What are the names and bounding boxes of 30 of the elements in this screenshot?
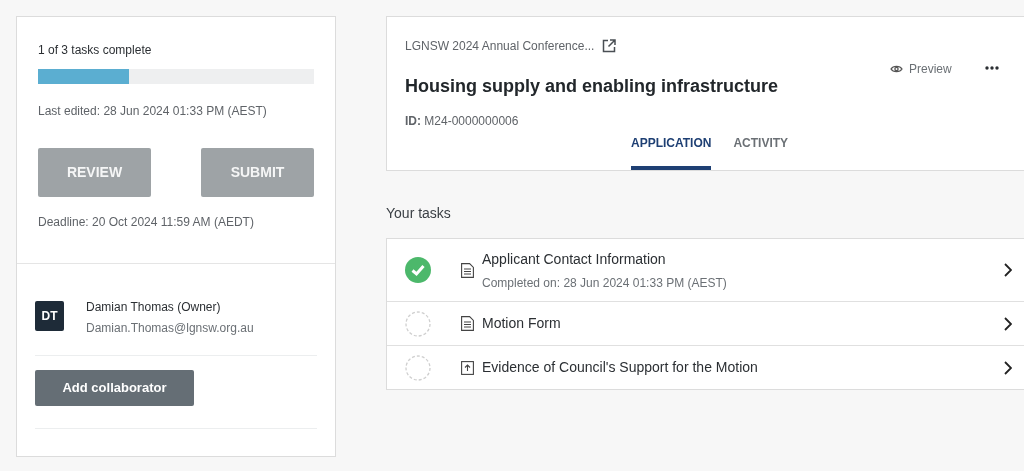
breadcrumb-link[interactable]: LGNSW 2024 Annual Conference... <box>405 37 595 55</box>
preview-button[interactable]: Preview <box>890 60 952 78</box>
collaborator-email: Damian.Thomas@lgnsw.org.au <box>86 320 254 337</box>
upload-icon <box>461 360 474 375</box>
deadline-text: Deadline: 20 Oct 2024 11:59 AM (AEDT) <box>38 214 255 231</box>
eye-icon <box>890 64 903 74</box>
task-row[interactable]: Evidence of Council's Support for the Motion <box>387 345 1024 389</box>
last-edited-text: Last edited: 28 Jun 2024 01:33 PM (AEST) <box>38 103 268 120</box>
task-title: Applicant Contact Information <box>482 249 667 269</box>
task-title: Evidence of Council's Support for the Motion <box>482 358 759 377</box>
tab[interactable]: APPLICATION <box>631 134 712 170</box>
page-title: Housing supply and enabling infrastructure <box>405 75 780 98</box>
tab[interactable]: ACTIVITY <box>733 134 789 170</box>
completed-date: Completed on: 28 Jun 2024 01:33 PM (AEST) <box>482 274 728 292</box>
collaborator-name: Damian Thomas (Owner) <box>86 299 222 316</box>
task-title: Motion Form <box>482 314 562 333</box>
avatar: DT <box>35 301 64 331</box>
document-icon <box>461 316 474 331</box>
section-heading: Your tasks <box>386 204 452 223</box>
external-link-icon[interactable] <box>602 39 617 53</box>
add-collaborator-button[interactable]: Add collaborator <box>35 370 194 406</box>
document-icon <box>461 262 474 278</box>
task-row[interactable]: Applicant Contact Information Completed on: 28 Jun 2024 01:33 PM (AEST) <box>387 239 1024 301</box>
chevron-right-icon <box>1004 316 1012 331</box>
progress-label: 1 of 3 tasks complete <box>38 42 153 59</box>
chevron-right-icon <box>1004 360 1012 375</box>
chevron-right-icon <box>1004 263 1012 277</box>
more-icon[interactable] <box>985 66 999 70</box>
id-text: ID: M24-0000000006 <box>405 113 520 130</box>
task-row[interactable]: Motion Form <box>387 301 1024 345</box>
